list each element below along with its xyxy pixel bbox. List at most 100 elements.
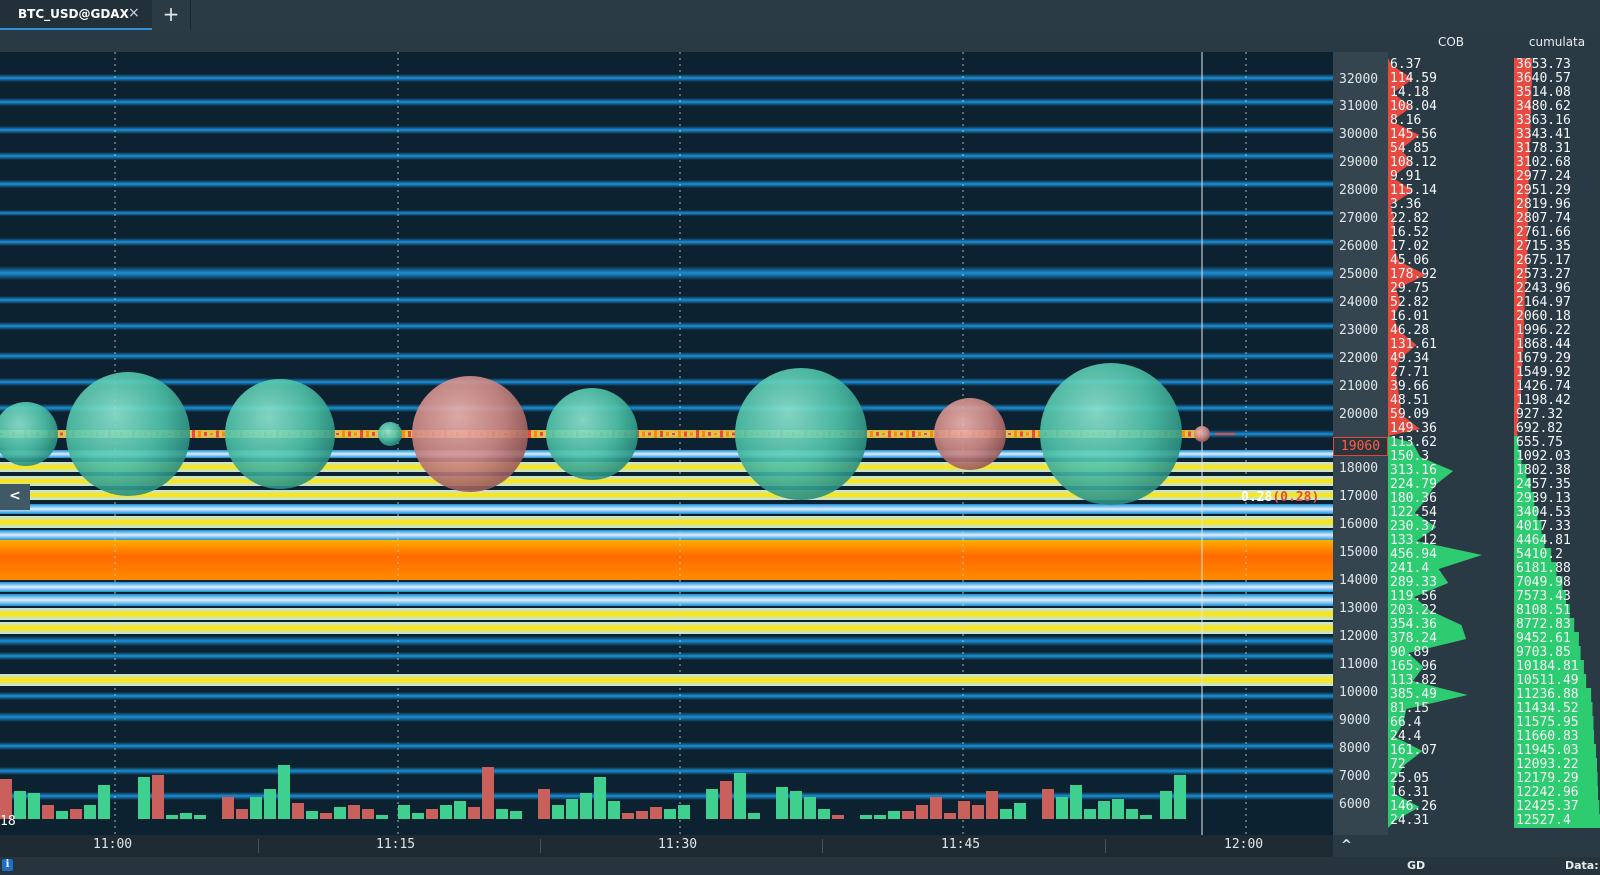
ask-cob-value: 29.75 bbox=[1390, 281, 1430, 296]
bid-cob-value: 150.3 bbox=[1390, 449, 1430, 464]
close-icon[interactable]: × bbox=[128, 5, 140, 21]
bid-cob-value: 25.05 bbox=[1390, 771, 1430, 786]
trade-tick bbox=[684, 431, 687, 437]
trade-tick bbox=[540, 432, 543, 436]
bid-cob-value: 122.54 bbox=[1390, 505, 1437, 520]
bid-cob-value: 72 bbox=[1390, 757, 1406, 772]
price-tick: 12000 bbox=[1339, 629, 1379, 644]
info-icon[interactable]: i bbox=[2, 859, 13, 871]
price-tick: 17000 bbox=[1339, 489, 1379, 504]
trade-tick bbox=[708, 432, 711, 436]
price-tick: 30000 bbox=[1339, 127, 1379, 142]
price-tick: 26000 bbox=[1339, 239, 1379, 254]
ask-cob-value: 22.82 bbox=[1390, 211, 1430, 226]
buy-volume-bar bbox=[56, 811, 68, 819]
sell-volume-bar bbox=[622, 813, 634, 819]
ask-cob-value: 108.12 bbox=[1390, 155, 1437, 170]
heatmap-band bbox=[0, 238, 1333, 246]
ask-cob-value: 131.61 bbox=[1390, 337, 1437, 352]
heatmap-chart[interactable]: < 18 0.28(0.28) bbox=[0, 52, 1333, 835]
ask-cob-value: 114.59 bbox=[1390, 71, 1437, 86]
buy-volume-bar bbox=[608, 801, 620, 819]
sell-volume-bar bbox=[902, 811, 914, 819]
heatmap-band bbox=[0, 98, 1333, 106]
heatmap-band bbox=[0, 352, 1333, 360]
buy-volume-bar bbox=[734, 773, 746, 819]
trade-tick bbox=[1008, 433, 1011, 435]
bid-cob-value: 90.89 bbox=[1390, 645, 1430, 660]
trade-tick bbox=[672, 433, 675, 435]
bid-cumulative-value: 655.75 bbox=[1516, 435, 1563, 450]
trade-tick bbox=[666, 432, 669, 436]
scroll-up-icon[interactable]: ^ bbox=[1341, 838, 1352, 853]
buy-volume-bar bbox=[250, 797, 262, 819]
ask-cumulative-value: 2060.18 bbox=[1516, 309, 1571, 324]
bid-cumulative-value: 11945.03 bbox=[1516, 743, 1579, 758]
ask-cumulative-value: 2761.66 bbox=[1516, 225, 1571, 240]
trade-tick bbox=[1188, 431, 1191, 437]
trade-tick bbox=[702, 431, 705, 437]
heatmap-band bbox=[0, 652, 1333, 660]
buy-volume-bar bbox=[1070, 785, 1082, 819]
tab-btc-usd[interactable]: BTC_USD@GDAX × bbox=[0, 0, 152, 30]
ask-cumulative-value: 692.82 bbox=[1516, 421, 1563, 436]
buy-volume-bar bbox=[138, 777, 150, 819]
sell-bubble bbox=[412, 376, 528, 492]
ask-cob-value: 9.91 bbox=[1390, 169, 1422, 184]
bid-cumulative-value: 2939.13 bbox=[1516, 491, 1571, 506]
last-trade-size: 0.28 bbox=[1241, 490, 1273, 505]
ask-cob-value: 17.02 bbox=[1390, 239, 1430, 254]
cumulative-column-header: cumulata bbox=[1528, 35, 1586, 49]
bid-cob-value: 113.62 bbox=[1390, 435, 1437, 450]
ask-cumulative-value: 2715.35 bbox=[1516, 239, 1571, 254]
collapse-panel-button[interactable]: < bbox=[0, 484, 30, 510]
trade-tick bbox=[732, 432, 735, 436]
sell-volume-bar bbox=[0, 779, 12, 819]
time-axis-divider bbox=[822, 839, 823, 853]
bid-cob-value: 146.26 bbox=[1390, 799, 1437, 814]
ask-cob-value: 45.06 bbox=[1390, 253, 1430, 268]
ask-cumulative-value: 2164.97 bbox=[1516, 295, 1571, 310]
trade-tick bbox=[204, 432, 207, 436]
heatmap-svg[interactable] bbox=[0, 52, 1333, 835]
sell-volume-bar bbox=[972, 805, 984, 819]
trade-tick bbox=[870, 431, 873, 437]
add-tab-button[interactable]: + bbox=[152, 0, 191, 30]
buy-volume-bar bbox=[790, 791, 802, 819]
heatmap-band bbox=[0, 322, 1333, 330]
bid-cumulative-value: 7049.98 bbox=[1516, 575, 1571, 590]
sell-bubble bbox=[934, 398, 1006, 470]
price-tick: 24000 bbox=[1339, 295, 1379, 310]
trade-tick bbox=[690, 432, 693, 436]
buy-volume-bar bbox=[1098, 801, 1110, 819]
bid-cumulative-value: 12527.4 bbox=[1516, 813, 1571, 828]
bid-cumulative-value: 9452.61 bbox=[1516, 631, 1571, 646]
buy-volume-bar bbox=[804, 797, 816, 819]
bid-cumulative-value: 4464.81 bbox=[1516, 533, 1571, 548]
ask-cumulative-value: 1996.22 bbox=[1516, 323, 1571, 338]
sell-volume-bar bbox=[426, 809, 438, 819]
cob-column: 6.37 114.59 14.18 108.04 8.16 145.56 54.85 108.… bbox=[1388, 52, 1514, 835]
buy-volume-bar bbox=[1056, 797, 1068, 819]
trade-tick bbox=[876, 432, 879, 436]
ask-cob-value: 52.82 bbox=[1390, 295, 1430, 310]
bid-cob-value: 113.82 bbox=[1390, 673, 1437, 688]
volume-label: 18 bbox=[0, 814, 16, 829]
sell-volume-bar bbox=[944, 813, 956, 819]
buy-volume-bar bbox=[398, 805, 410, 819]
bid-cob-value: 133.12 bbox=[1390, 533, 1437, 548]
ask-cob-value: 145.56 bbox=[1390, 127, 1437, 142]
bid-cumulative-value: 11236.88 bbox=[1516, 687, 1579, 702]
trade-tick bbox=[366, 431, 369, 437]
buy-volume-bar bbox=[510, 811, 522, 819]
ask-cumulative-value: 3480.62 bbox=[1516, 99, 1571, 114]
time-tick: 11:30 bbox=[658, 837, 698, 852]
heatmap-band bbox=[0, 767, 1333, 775]
heatmap-band bbox=[0, 622, 1333, 634]
bid-cumulative-value: 11660.83 bbox=[1516, 729, 1579, 744]
price-tick: 20000 bbox=[1339, 407, 1379, 422]
trade-tick bbox=[924, 433, 927, 435]
price-tick: 6000 bbox=[1339, 797, 1371, 812]
trade-tick bbox=[1020, 431, 1023, 437]
price-tick: 10000 bbox=[1339, 685, 1379, 700]
